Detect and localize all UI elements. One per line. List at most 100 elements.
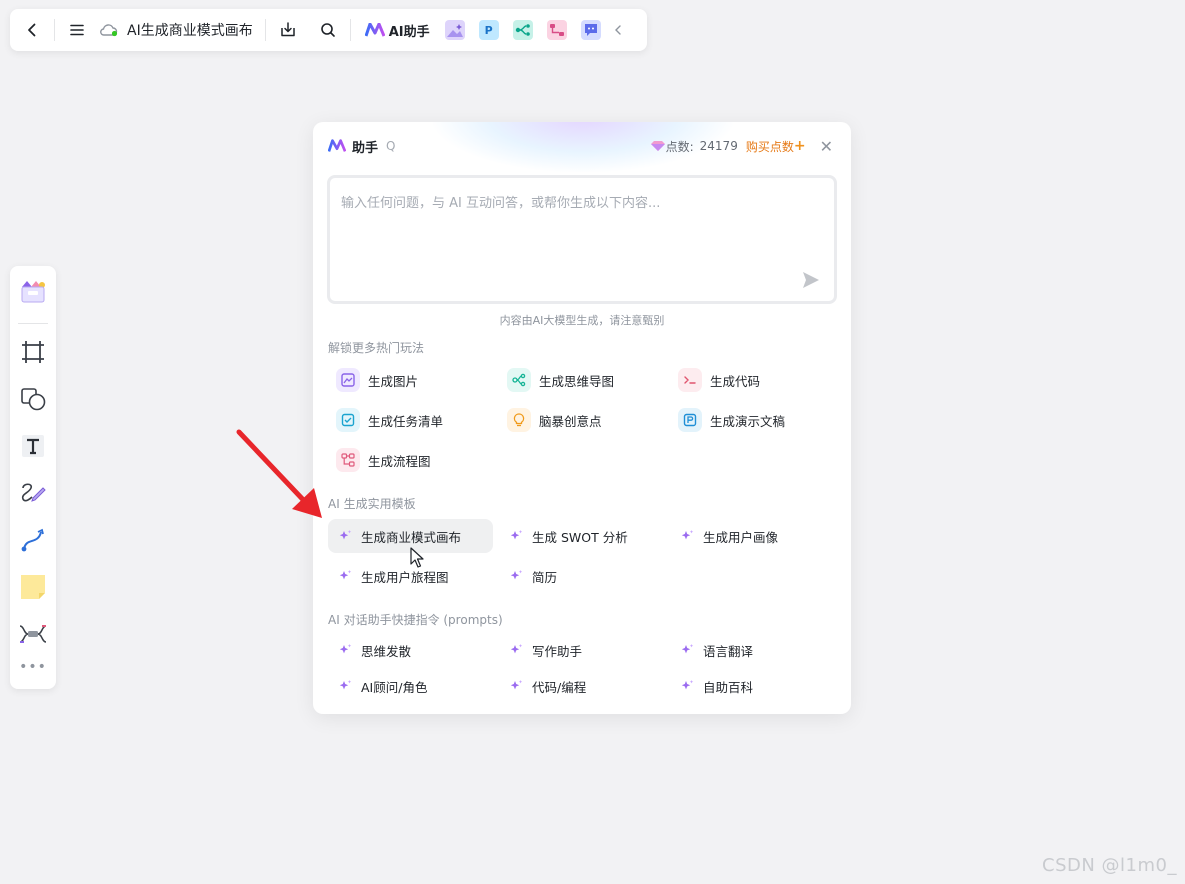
mindmap-tool[interactable] (15, 616, 51, 652)
search-button[interactable] (312, 14, 344, 46)
divider (18, 323, 48, 324)
frame-tool[interactable] (15, 334, 51, 370)
ai-logo-icon (328, 139, 346, 152)
points-label: 点数: (665, 139, 694, 154)
prompt-translation[interactable]: 语言翻译 (670, 633, 753, 667)
template-label: 生成用户画像 (703, 529, 779, 545)
send-icon[interactable] (802, 271, 820, 289)
feature-label: 生成任务清单 (368, 413, 444, 429)
shape-tool[interactable] (15, 381, 51, 417)
panel-header: 助手 Q 点数: 24179 购买点数 + ✕ (328, 136, 833, 156)
points-info: 点数: 24179 购买点数 + ✕ (650, 137, 833, 156)
flowchart-icon (549, 24, 564, 36)
prompt-placeholder: 输入任何问题，与 AI 互动问答，或帮你生成以下内容... (341, 196, 661, 211)
points-value: 24179 (699, 139, 738, 153)
shapes-icon (21, 388, 46, 411)
lightbulb-icon (507, 408, 531, 432)
connector-icon (21, 528, 44, 552)
chevron-left-icon (614, 25, 621, 35)
divider (349, 19, 351, 41)
feature-brainstorm[interactable]: 脑暴创意点 (499, 403, 602, 437)
sticky-note-icon (21, 575, 45, 599)
top-toolbar: AI生成商业模式画布 AI助手 P (10, 9, 647, 51)
flowchart-icon (336, 448, 360, 472)
pen-icon (21, 483, 46, 502)
sparkle-icon (339, 680, 352, 690)
image-icon (336, 368, 360, 392)
sparkle-icon (510, 530, 523, 540)
prompt-label: 写作助手 (532, 643, 583, 659)
connector-tool[interactable] (15, 522, 51, 558)
feature-generate-code[interactable]: 生成代码 (670, 363, 760, 397)
prompt-brainstorm[interactable]: 思维发散 (328, 633, 411, 667)
sparkle-icon (510, 644, 523, 654)
section-hot-features: 解锁更多热门玩法 (328, 341, 425, 355)
ai-assistant-button[interactable]: AI助手 (357, 21, 438, 40)
template-label: 生成商业模式画布 (361, 529, 462, 545)
menu-button[interactable] (61, 14, 93, 46)
section-prompts: AI 对话助手快捷指令 (prompts) (328, 613, 503, 627)
template-label: 生成 SWOT 分析 (532, 529, 628, 545)
prompt-writing-assistant[interactable]: 写作助手 (499, 633, 582, 667)
section-templates: AI 生成实用模板 (328, 497, 416, 511)
prompt-label: 思维发散 (361, 643, 412, 659)
ai-logo-icon (364, 23, 385, 37)
plus-icon: + (793, 138, 806, 154)
left-toolbar: ••• (10, 266, 56, 689)
divider (54, 19, 55, 41)
more-tools-button[interactable]: ••• (19, 659, 47, 675)
prompt-coding[interactable]: 代码/编程 (499, 669, 586, 703)
feature-label: 生成图片 (368, 373, 419, 389)
text-icon (22, 435, 44, 457)
feature-label: 脑暴创意点 (539, 413, 602, 429)
ai-assistant-panel: 助手 Q 点数: 24179 购买点数 + ✕ 输入任何问题，与 AI 互动问答… (313, 122, 851, 714)
frame-icon (22, 341, 44, 363)
image-icon (446, 24, 463, 37)
text-tool[interactable] (15, 428, 51, 464)
ai-assistant-label: AI助手 (388, 24, 430, 40)
close-icon[interactable]: ✕ (820, 137, 833, 156)
prompt-input[interactable]: 输入任何问题，与 AI 互动问答，或帮你生成以下内容... (327, 175, 837, 304)
prompt-label: 代码/编程 (532, 679, 587, 695)
mindmap-app-button[interactable] (512, 20, 533, 40)
flow-app-button[interactable] (546, 20, 567, 40)
chat-icon (584, 24, 597, 36)
feature-generate-checklist[interactable]: 生成任务清单 (328, 403, 443, 437)
prompt-ai-advisor[interactable]: AI顾问/角色 (328, 669, 427, 703)
mindmap-icon (507, 368, 531, 392)
sparkle-icon (681, 680, 694, 690)
template-user-journey[interactable]: 生成用户旅程图 (328, 559, 449, 593)
document-title[interactable]: AI生成商业模式画布 (93, 20, 259, 40)
annotation-arrow (236, 429, 322, 518)
template-swot[interactable]: 生成 SWOT 分析 (499, 519, 628, 553)
buy-points-link[interactable]: 购买点数 (746, 138, 794, 155)
prompt-label: 自助百科 (703, 679, 754, 695)
prompt-encyclopedia[interactable]: 自助百科 (670, 669, 753, 703)
presentation-icon (678, 408, 702, 432)
sticky-note-tool[interactable] (15, 569, 51, 605)
templates-tool[interactable] (15, 274, 51, 310)
image-app-button[interactable] (444, 20, 465, 40)
ppt-app-button[interactable]: P (478, 20, 499, 40)
sparkle-icon (510, 680, 523, 690)
feature-generate-presentation[interactable]: 生成演示文稿 (670, 403, 785, 437)
feature-generate-mindmap[interactable]: 生成思维导图 (499, 363, 614, 397)
collapse-apps-button[interactable] (608, 14, 628, 46)
back-button[interactable] (16, 14, 48, 46)
download-button[interactable] (272, 14, 304, 46)
sparkle-icon (339, 644, 352, 654)
feature-generate-flowchart[interactable]: 生成流程图 (328, 443, 431, 477)
hamburger-icon (70, 24, 84, 36)
sparkle-icon (681, 530, 694, 540)
checklist-icon (336, 408, 360, 432)
chat-app-button[interactable] (580, 20, 601, 40)
feature-label: 生成代码 (710, 373, 761, 389)
panel-title-suffix: Q (386, 139, 396, 153)
prompt-label: 语言翻译 (703, 643, 754, 659)
template-user-persona[interactable]: 生成用户画像 (670, 519, 778, 553)
template-label: 简历 (532, 569, 558, 585)
pen-tool[interactable] (15, 475, 51, 511)
template-resume[interactable]: 简历 (499, 559, 557, 593)
feature-generate-image[interactable]: 生成图片 (328, 363, 418, 397)
document-title-text: AI生成商业模式画布 (127, 23, 253, 39)
